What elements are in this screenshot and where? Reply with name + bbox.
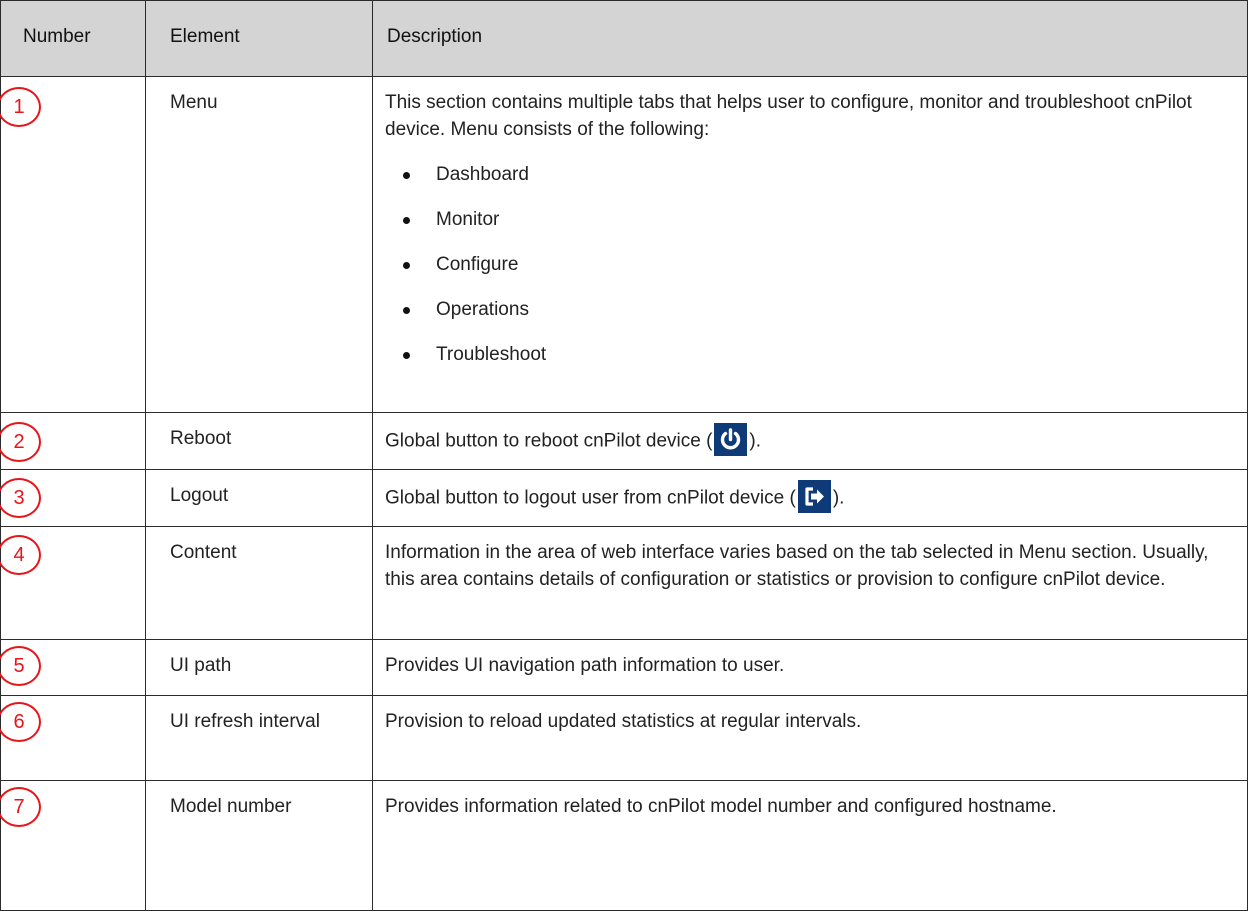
- list-item: Monitor: [385, 206, 1237, 233]
- number-badge: 6: [0, 702, 41, 742]
- table-row: 4 Content Information in the area of web…: [0, 526, 1248, 640]
- element-cell: UI path: [145, 639, 373, 696]
- number-cell: 6: [0, 695, 146, 781]
- number-cell: 2: [0, 412, 146, 470]
- header-description: Description: [372, 0, 1248, 77]
- bullet-icon: [403, 217, 410, 224]
- number-badge: 4: [0, 535, 41, 575]
- description-cell: Provides information related to cnPilot …: [372, 780, 1248, 911]
- list-item: Dashboard: [385, 161, 1237, 188]
- description-cell: This section contains multiple tabs that…: [372, 76, 1248, 413]
- power-icon: [714, 423, 748, 456]
- number-cell: 7: [0, 780, 146, 911]
- element-cell: UI refresh interval: [145, 695, 373, 781]
- bullet-icon: [403, 352, 410, 359]
- table-row: 6 UI refresh interval Provision to reloa…: [0, 695, 1248, 781]
- table-header-row: Number Element Description: [0, 0, 1248, 77]
- table-row: 5 UI path Provides UI navigation path in…: [0, 639, 1248, 696]
- list-item: Troubleshoot: [385, 341, 1237, 368]
- table-row: 3 Logout Global button to logout user fr…: [0, 469, 1248, 527]
- description-cell: Global button to logout user from cnPilo…: [372, 469, 1248, 527]
- menu-items-list: Dashboard Monitor Configure Operations T…: [385, 161, 1237, 368]
- description-cell: Information in the area of web interface…: [372, 526, 1248, 640]
- element-cell: Menu: [145, 76, 373, 413]
- list-item: Operations: [385, 296, 1237, 323]
- element-cell: Content: [145, 526, 373, 640]
- number-cell: 5: [0, 639, 146, 696]
- logout-icon: [797, 480, 831, 513]
- bullet-icon: [403, 307, 410, 314]
- description-text: This section contains multiple tabs that…: [385, 92, 1192, 140]
- description-cell: Global button to reboot cnPilot device (…: [372, 412, 1248, 470]
- number-badge: 2: [0, 422, 41, 462]
- element-cell: Reboot: [145, 412, 373, 470]
- bullet-icon: [403, 262, 410, 269]
- table-row: 2 Reboot Global button to reboot cnPilot…: [0, 412, 1248, 470]
- number-badge: 7: [0, 787, 41, 827]
- header-element: Element: [145, 0, 373, 77]
- description-cell: Provides UI navigation path information …: [372, 639, 1248, 696]
- bullet-icon: [403, 172, 410, 179]
- number-badge: 1: [0, 87, 41, 127]
- number-cell: 4: [0, 526, 146, 640]
- number-badge: 5: [0, 646, 41, 686]
- elements-table: Number Element Description 1 Menu This s…: [0, 0, 1248, 911]
- number-cell: 1: [0, 76, 146, 413]
- description-cell: Provision to reload updated statistics a…: [372, 695, 1248, 781]
- number-cell: 3: [0, 469, 146, 527]
- element-cell: Logout: [145, 469, 373, 527]
- number-badge: 3: [0, 478, 41, 518]
- table-row: 1 Menu This section contains multiple ta…: [0, 76, 1248, 413]
- list-item: Configure: [385, 251, 1237, 278]
- header-number: Number: [0, 0, 146, 77]
- table-row: 7 Model number Provides information rela…: [0, 780, 1248, 911]
- element-cell: Model number: [145, 780, 373, 911]
